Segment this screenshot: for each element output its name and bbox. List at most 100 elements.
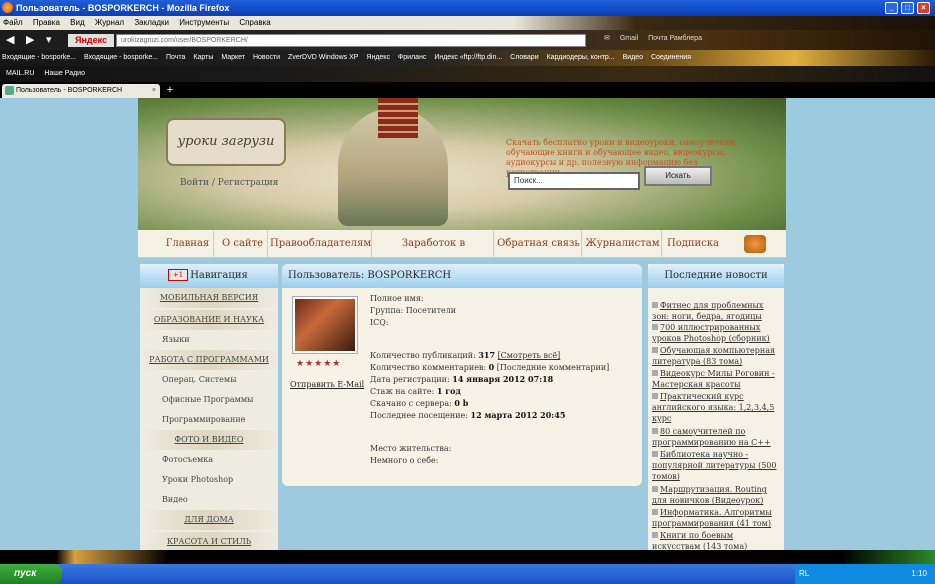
tab-close-icon[interactable]: × [152, 84, 156, 98]
news-item[interactable]: 700 иллюстрированных уроков Photoshop (с… [652, 322, 780, 344]
news-item[interactable]: Информатика. Алгоритмы программирования … [652, 507, 780, 529]
tab-favicon-icon [5, 86, 14, 95]
news-item[interactable]: Библиотека научно - популярной литератур… [652, 449, 780, 482]
language-indicator[interactable]: RL [799, 569, 809, 578]
rambler-mail-link[interactable]: Почта Рамблера [648, 35, 702, 42]
bookmark-item[interactable]: Кардиодеры, контр... [547, 54, 615, 61]
news-item[interactable]: Практический курс английского языка: 1,2… [652, 391, 780, 424]
address-bar[interactable]: urokizagruzi.com/user/BOSPORKERCH/ [116, 34, 586, 47]
avatar [292, 296, 358, 354]
bookmark-item[interactable]: Входящие - bosporke... [84, 54, 158, 61]
info-location: Место жительства: [370, 444, 452, 453]
sidebar-item-mobile[interactable]: МОБИЛЬНАЯ ВЕРСИЯ [140, 288, 278, 308]
navigation-toolbar: ◀ ▶ ▾ Яндекс urokizagruzi.com/user/BOSPO… [0, 30, 935, 50]
sidebar-title: Навигация [190, 270, 248, 281]
menu-help[interactable]: Справка [239, 18, 270, 27]
forward-arrow-icon[interactable]: ▶ [26, 33, 34, 46]
info-fullname: Полное имя: [370, 294, 424, 303]
menu-bar: Файл Правка Вид Журнал Закладки Инструме… [0, 16, 935, 30]
back-arrow-icon[interactable]: ◀ [6, 33, 14, 46]
view-all-link[interactable]: [Смотреть всё] [498, 351, 561, 360]
minimize-button[interactable]: _ [885, 2, 898, 14]
login-link[interactable]: Войти / Регистрация [180, 178, 278, 188]
search-input[interactable]: Поиск... [508, 172, 640, 190]
site-logo[interactable]: уроки загрузи [166, 118, 286, 166]
bookmark-item[interactable]: Новости [253, 54, 280, 61]
menu-bookmarks[interactable]: Закладки [134, 18, 169, 27]
topnav-feedback[interactable]: Обратная связь [496, 230, 582, 258]
news-item[interactable]: Видеокурс Милы Роговин - Мастерская крас… [652, 368, 780, 390]
dropdown-icon[interactable]: ▾ [46, 33, 52, 46]
gmail-link[interactable]: Gmail [620, 35, 638, 42]
books-illustration [378, 98, 418, 138]
bookmark-item[interactable]: Входящие - bosporke... [2, 54, 76, 61]
addon-toolbar: MAIL.RU Наше Радио [0, 66, 935, 82]
sidebar-item-education[interactable]: ОБРАЗОВАНИЕ И НАУКА [140, 310, 278, 330]
news-title: Последние новости [648, 264, 784, 288]
sidebar-item-photoshop[interactable]: Уроки Photoshop [140, 470, 278, 490]
bookmark-item[interactable]: Соединения [651, 54, 691, 61]
news-sidebar: Последние новости Фитнес для проблемных … [648, 264, 784, 550]
menu-file[interactable]: Файл [3, 18, 23, 27]
search-button[interactable]: Искать [644, 166, 712, 186]
news-item[interactable]: Обучающая компьютерная литература (83 то… [652, 345, 780, 367]
start-button[interactable]: пуск [0, 564, 62, 584]
bookmark-item[interactable]: Маркет [221, 54, 245, 61]
menu-view[interactable]: Вид [70, 18, 84, 27]
radio-link[interactable]: Наше Радио [44, 70, 85, 77]
close-button[interactable]: × [917, 2, 930, 14]
mail-icon[interactable]: ✉ [604, 35, 610, 42]
sidebar-item-office[interactable]: Офисные Программы [140, 390, 278, 410]
mailru-link[interactable]: MAIL.RU [6, 70, 34, 77]
news-item[interactable]: Фитнес для проблемных зон: ноги, бедра, … [652, 300, 780, 322]
bookmark-item[interactable]: ZverDVD Windows XP [288, 54, 358, 61]
tab-label: Пользователь - BOSPORKERCH [16, 87, 123, 94]
send-email-link[interactable]: Отправить E-Mail [290, 380, 364, 389]
sidebar-header: +1 Навигация [140, 264, 278, 288]
menu-tools[interactable]: Инструменты [179, 18, 229, 27]
bookmark-item[interactable]: Яндекс [366, 54, 390, 61]
sidebar-item-programming[interactable]: Программирование [140, 410, 278, 430]
bookmark-item[interactable]: Фриланс [398, 54, 426, 61]
topnav-rightholders[interactable]: Правообладателям [270, 230, 372, 258]
tab-active[interactable]: Пользователь - BOSPORKERCH × [2, 84, 160, 98]
new-tab-button[interactable]: + [163, 84, 177, 97]
menu-edit[interactable]: Правка [33, 18, 60, 27]
search-engine-button[interactable]: Яндекс [68, 34, 114, 47]
news-item[interactable]: 80 самоучителей по программированию на C… [652, 426, 780, 448]
last-comments-link[interactable]: [Последние комментарии] [497, 363, 610, 372]
sidebar-item-home[interactable]: ДЛЯ ДОМА [140, 510, 278, 530]
maximize-button[interactable]: □ [901, 2, 914, 14]
taskbar: пуск RL 1:10 [0, 550, 935, 584]
sidebar-item-video[interactable]: Видео [140, 490, 278, 510]
bookmark-item[interactable]: Видео [623, 54, 643, 61]
info-comments: Количество комментариев: 0 [Последние ко… [370, 362, 610, 372]
news-item[interactable]: Книги по боевым искусствам (143 тома) [652, 530, 780, 550]
top-navigation: Главная О сайте Правообладателям Заработ… [138, 230, 786, 277]
sidebar-item-photography[interactable]: Фотосъемка [140, 450, 278, 470]
topnav-subscribe[interactable]: Подписка [664, 230, 722, 258]
bookmarks-bar: Входящие - bosporke... Входящие - bospor… [0, 50, 935, 66]
sidebar-item-programs[interactable]: РАБОТА С ПРОГРАММАМИ [140, 350, 278, 370]
profile-panel: Пользователь: BOSPORKERCH ★★★★★ Отправит… [282, 264, 642, 486]
info-tenure: Стаж на сайте: 1 год [370, 386, 461, 396]
google-plus-button[interactable]: +1 [168, 269, 188, 281]
topnav-journalists[interactable]: Журналистам [584, 230, 662, 258]
web-page: уроки загрузи Войти / Регистрация Скачат… [0, 98, 935, 552]
topnav-about[interactable]: О сайте [218, 230, 268, 258]
info-icq: ICQ: [370, 318, 389, 327]
sidebar-item-languages[interactable]: Языки [140, 330, 278, 350]
bookmark-item[interactable]: Словари [510, 54, 538, 61]
bookmark-item[interactable]: Индекс «ftp://ftp.din... [434, 54, 502, 61]
info-group: Группа: Посетители [370, 306, 457, 315]
rss-icon[interactable] [744, 235, 766, 253]
bookmark-item[interactable]: Почта [166, 54, 185, 61]
sidebar-item-beauty[interactable]: КРАСОТА И СТИЛЬ [140, 532, 278, 552]
sidebar-item-os[interactable]: Операц. Системы [140, 370, 278, 390]
topnav-home[interactable]: Главная [162, 230, 214, 258]
news-item[interactable]: Маршрутизация. Routing для новичков (Вид… [652, 484, 780, 506]
bookmark-item[interactable]: Карты [193, 54, 213, 61]
sidebar-item-photo-video[interactable]: ФОТО И ВИДЕО [140, 430, 278, 450]
topnav-earnings[interactable]: Заработок в интернете [374, 230, 494, 277]
menu-history[interactable]: Журнал [95, 18, 124, 27]
